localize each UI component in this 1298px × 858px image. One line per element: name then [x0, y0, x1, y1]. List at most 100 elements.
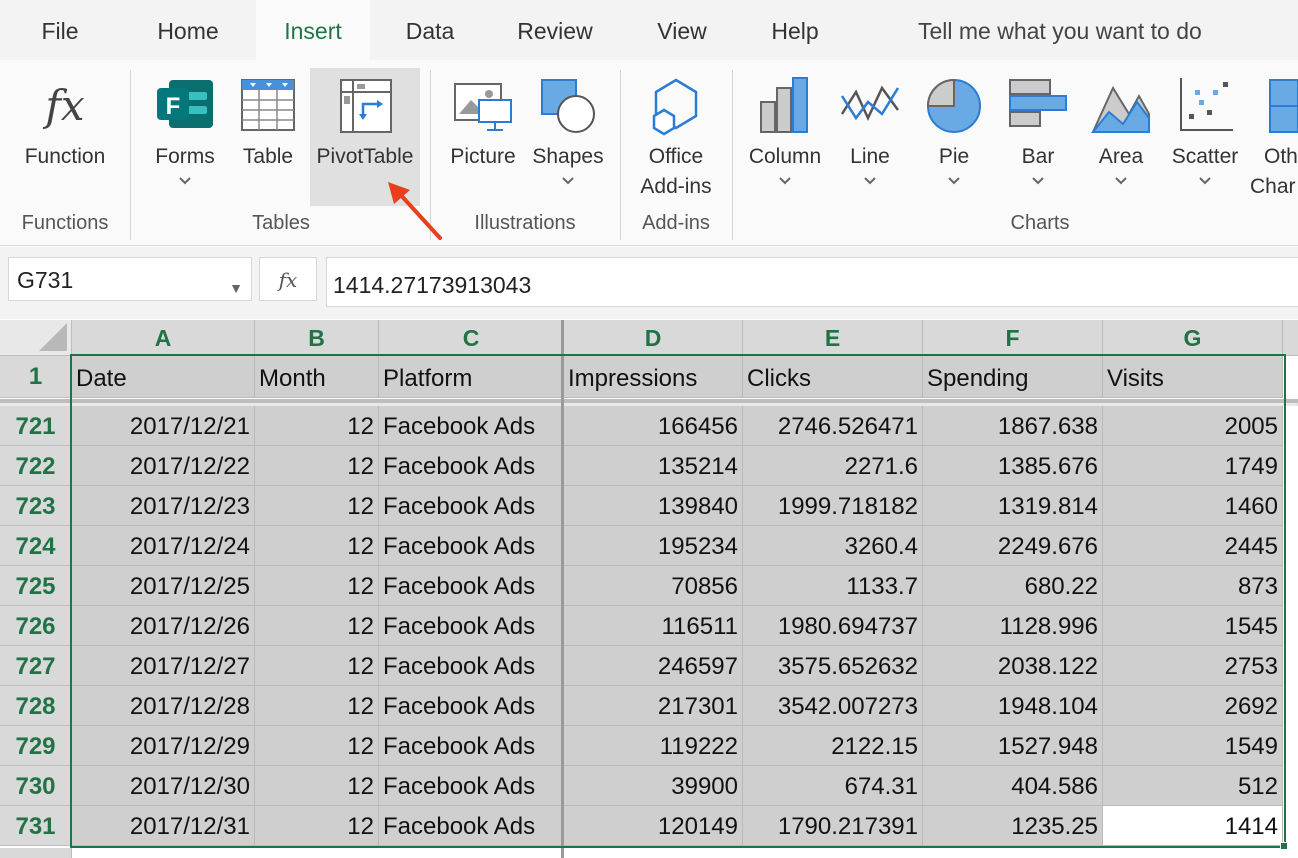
table-cell[interactable]: 39900: [564, 766, 743, 806]
table-cell[interactable]: 1549: [1103, 726, 1283, 766]
table-cell[interactable]: 1545: [1103, 606, 1283, 646]
table-cell[interactable]: Facebook Ads: [379, 606, 564, 646]
table-cell[interactable]: 674.31: [743, 766, 923, 806]
table-cell[interactable]: Facebook Ads: [379, 806, 564, 846]
table-cell[interactable]: 195234: [564, 526, 743, 566]
column-header-a[interactable]: A: [72, 320, 255, 356]
row-header[interactable]: 1: [0, 356, 72, 398]
header-cell[interactable]: Visits: [1103, 356, 1283, 398]
table-cell[interactable]: 2746.526471: [743, 406, 923, 446]
table-cell[interactable]: 2005: [1103, 406, 1283, 446]
table-cell[interactable]: Facebook Ads: [379, 646, 564, 686]
table-cell[interactable]: 166456: [564, 406, 743, 446]
table-cell[interactable]: 1527.948: [923, 726, 1103, 766]
table-cell[interactable]: 404.586: [923, 766, 1103, 806]
table-cell[interactable]: 116511: [564, 606, 743, 646]
table-cell[interactable]: 3260.4: [743, 526, 923, 566]
table-cell[interactable]: 512: [1103, 766, 1283, 806]
table-cell[interactable]: 2017/12/25: [72, 566, 255, 606]
chevron-down-icon[interactable]: ▼: [229, 266, 243, 310]
formula-input[interactable]: 1414.27173913043: [326, 257, 1298, 307]
table-cell[interactable]: 12: [255, 686, 379, 726]
table-cell[interactable]: 3575.652632: [743, 646, 923, 686]
column-chart-button[interactable]: Column: [742, 68, 828, 208]
table-cell[interactable]: 139840: [564, 486, 743, 526]
header-cell[interactable]: Month: [255, 356, 379, 398]
scatter-chart-button[interactable]: Scatter: [1164, 68, 1246, 208]
table-cell[interactable]: 1133.7: [743, 566, 923, 606]
table-cell[interactable]: 119222: [564, 726, 743, 766]
table-cell[interactable]: 12: [255, 406, 379, 446]
column-header-g[interactable]: G: [1103, 320, 1283, 356]
row-header[interactable]: 725: [0, 566, 72, 606]
header-cell[interactable]: Platform: [379, 356, 564, 398]
other-charts-button[interactable]: Oth Char: [1250, 68, 1298, 208]
table-cell[interactable]: 2692: [1103, 686, 1283, 726]
table-cell[interactable]: 3542.007273: [743, 686, 923, 726]
tell-me-search[interactable]: Tell me what you want to do: [918, 0, 1202, 60]
row-header[interactable]: 731: [0, 806, 72, 846]
table-cell[interactable]: Facebook Ads: [379, 726, 564, 766]
table-cell[interactable]: 246597: [564, 646, 743, 686]
table-cell[interactable]: 2017/12/26: [72, 606, 255, 646]
table-cell[interactable]: Facebook Ads: [379, 406, 564, 446]
header-cell[interactable]: Date: [72, 356, 255, 398]
table-cell[interactable]: 12: [255, 766, 379, 806]
table-cell[interactable]: 1385.676: [923, 446, 1103, 486]
pie-chart-button[interactable]: Pie: [914, 68, 994, 208]
table-cell[interactable]: 2017/12/23: [72, 486, 255, 526]
table-cell[interactable]: 1999.718182: [743, 486, 923, 526]
table-cell[interactable]: 12: [255, 486, 379, 526]
line-chart-button[interactable]: Line: [832, 68, 908, 208]
table-cell[interactable]: 2017/12/27: [72, 646, 255, 686]
column-header-c[interactable]: C: [379, 320, 564, 356]
row-header[interactable]: 722: [0, 446, 72, 486]
tab-view[interactable]: View: [640, 0, 724, 60]
tab-review[interactable]: Review: [500, 0, 610, 60]
header-cell[interactable]: Spending: [923, 356, 1103, 398]
table-cell[interactable]: 2017/12/31: [72, 806, 255, 846]
area-chart-button[interactable]: Area: [1082, 68, 1160, 208]
table-cell[interactable]: 1867.638: [923, 406, 1103, 446]
select-all-button[interactable]: [0, 320, 72, 356]
table-cell[interactable]: 135214: [564, 446, 743, 486]
table-cell[interactable]: 2038.122: [923, 646, 1103, 686]
table-cell[interactable]: 12: [255, 446, 379, 486]
table-cell[interactable]: 12: [255, 806, 379, 846]
forms-button[interactable]: F Forms: [146, 68, 224, 208]
row-header[interactable]: 729: [0, 726, 72, 766]
row-header[interactable]: 723: [0, 486, 72, 526]
table-cell[interactable]: 680.22: [923, 566, 1103, 606]
table-cell[interactable]: 12: [255, 606, 379, 646]
row-header[interactable]: 728: [0, 686, 72, 726]
table-button[interactable]: Table: [230, 68, 306, 208]
table-cell[interactable]: 2249.676: [923, 526, 1103, 566]
tab-insert[interactable]: Insert: [256, 0, 370, 62]
table-cell[interactable]: 12: [255, 526, 379, 566]
table-cell[interactable]: 12: [255, 726, 379, 766]
table-cell[interactable]: 2445: [1103, 526, 1283, 566]
function-button[interactable]: fx Function: [14, 68, 116, 208]
table-cell[interactable]: 873: [1103, 566, 1283, 606]
table-cell[interactable]: Facebook Ads: [379, 486, 564, 526]
shapes-button[interactable]: Shapes: [528, 68, 608, 208]
table-cell[interactable]: 2017/12/28: [72, 686, 255, 726]
row-header[interactable]: 730: [0, 766, 72, 806]
table-cell[interactable]: Facebook Ads: [379, 566, 564, 606]
table-cell[interactable]: 2017/12/29: [72, 726, 255, 766]
name-box[interactable]: G731 ▼: [8, 257, 252, 301]
table-cell[interactable]: 2753: [1103, 646, 1283, 686]
header-cell[interactable]: Clicks: [743, 356, 923, 398]
table-cell[interactable]: 120149: [564, 806, 743, 846]
header-cell[interactable]: Impressions: [564, 356, 743, 398]
picture-button[interactable]: Picture: [444, 68, 522, 208]
table-cell[interactable]: 1948.104: [923, 686, 1103, 726]
row-header[interactable]: 721: [0, 406, 72, 446]
row-header[interactable]: 724: [0, 526, 72, 566]
fill-handle[interactable]: [1280, 842, 1288, 850]
table-cell[interactable]: 217301: [564, 686, 743, 726]
table-cell[interactable]: 1749: [1103, 446, 1283, 486]
office-addins-button[interactable]: Office Add-ins: [630, 68, 722, 208]
tab-home[interactable]: Home: [140, 0, 236, 60]
bar-chart-button[interactable]: Bar: [998, 68, 1078, 208]
